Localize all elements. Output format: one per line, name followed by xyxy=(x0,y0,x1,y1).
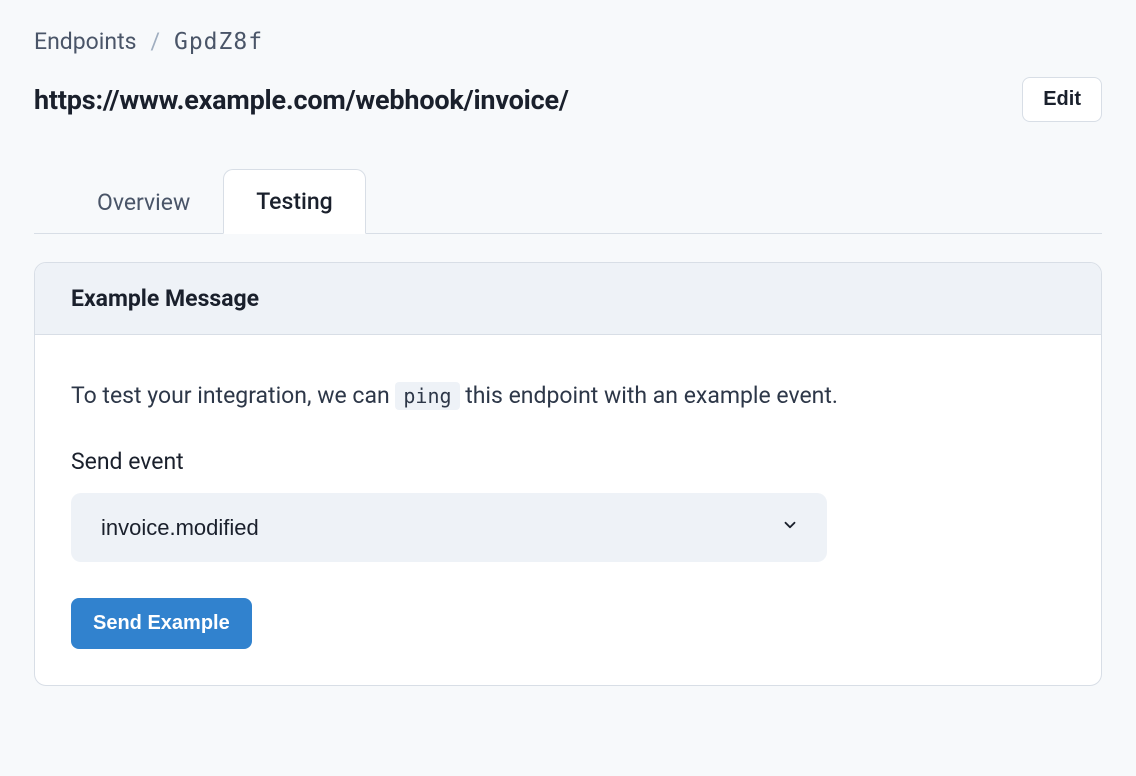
breadcrumb-id: GpdZ8f xyxy=(174,29,263,55)
panel-body: To test your integration, we can ping th… xyxy=(35,335,1101,685)
edit-button[interactable]: Edit xyxy=(1022,77,1102,122)
page-title: https://www.example.com/webhook/invoice/ xyxy=(34,84,569,116)
tab-testing[interactable]: Testing xyxy=(223,169,365,234)
tab-overview[interactable]: Overview xyxy=(64,170,223,234)
intro-text: To test your integration, we can ping th… xyxy=(71,379,1065,414)
intro-code: ping xyxy=(395,382,459,410)
event-select[interactable]: invoice.modified xyxy=(71,493,827,562)
send-example-button[interactable]: Send Example xyxy=(71,598,252,649)
breadcrumb-separator: / xyxy=(150,28,160,55)
send-event-label: Send event xyxy=(71,448,1065,475)
intro-post: this endpoint with an example event. xyxy=(460,382,838,409)
example-message-panel: Example Message To test your integration… xyxy=(34,262,1102,686)
breadcrumb-root[interactable]: Endpoints xyxy=(34,28,136,55)
breadcrumb: Endpoints / GpdZ8f xyxy=(34,28,1102,55)
tabs: Overview Testing xyxy=(34,168,1102,234)
title-row: https://www.example.com/webhook/invoice/… xyxy=(34,77,1102,122)
intro-pre: To test your integration, we can xyxy=(71,382,395,409)
event-select-wrap: invoice.modified xyxy=(71,493,827,562)
panel-title: Example Message xyxy=(35,263,1101,335)
